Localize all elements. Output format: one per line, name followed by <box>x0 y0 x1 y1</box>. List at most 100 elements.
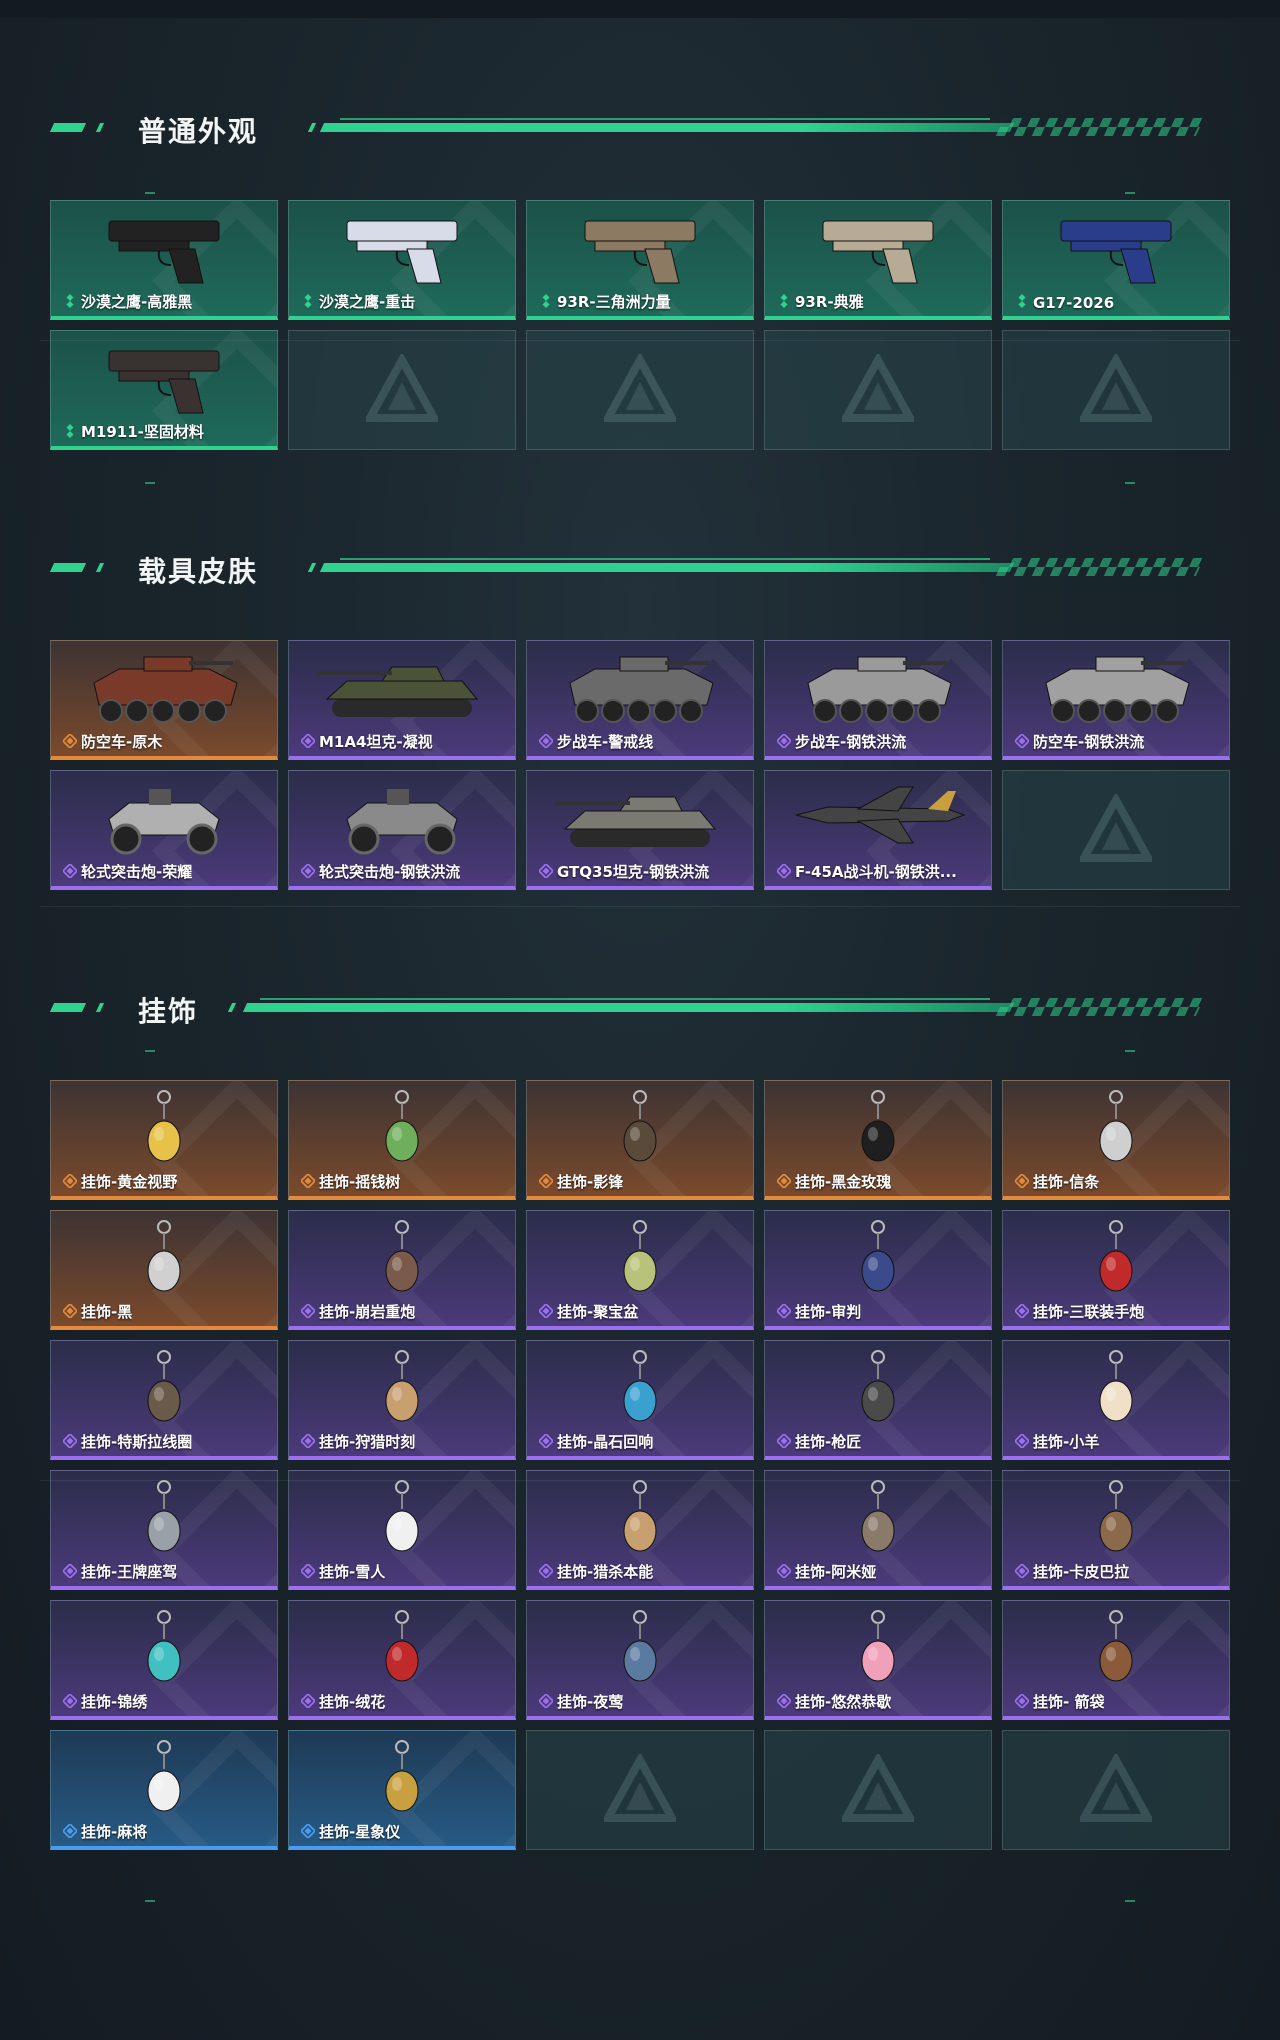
charm-card[interactable]: 挂饰-雪人 <box>288 1470 516 1590</box>
header-accent-mark <box>95 123 105 132</box>
charm-card[interactable]: 挂饰-王牌座驾 <box>50 1470 278 1590</box>
charm-card[interactable]: 挂饰-信条 <box>1002 1080 1230 1200</box>
item-label: 挂饰-阿米娅 <box>795 1563 877 1581</box>
rarity-orange-icon <box>777 1174 791 1188</box>
charm-card[interactable]: 挂饰-黑金玫瑰 <box>764 1080 992 1200</box>
vehicle-skin-card[interactable]: 轮式突击炮-钢铁洪流 <box>288 770 516 890</box>
weapon-skin-card[interactable]: M1911-坚固材料 <box>50 330 278 450</box>
placeholder-logo-icon <box>604 354 676 422</box>
vehicle-skin-card[interactable]: 防空车-钢铁洪流 <box>1002 640 1230 760</box>
item-label: 挂饰-影锋 <box>557 1173 624 1191</box>
weapon-skin-card[interactable]: 沙漠之鹰-高雅黑 <box>50 200 278 320</box>
placeholder-logo-icon <box>1080 1754 1152 1822</box>
empty-slot <box>1002 770 1230 890</box>
background-tick <box>145 482 155 484</box>
item-label: 挂饰-卡皮巴拉 <box>1033 1563 1130 1581</box>
vehicle-skin-card[interactable]: F-45A战斗机-钢铁洪... <box>764 770 992 890</box>
charm-card[interactable]: 挂饰-卡皮巴拉 <box>1002 1470 1230 1590</box>
weapon-skin-card[interactable]: 93R-典雅 <box>764 200 992 320</box>
section-header-charms: 挂饰 <box>0 978 1280 1038</box>
item-label: 挂饰-三联装手炮 <box>1033 1303 1145 1321</box>
background-tick <box>145 1900 155 1902</box>
background-line <box>40 1480 1240 1481</box>
charm-card[interactable]: 挂饰-影锋 <box>526 1080 754 1200</box>
charm-card[interactable]: 挂饰-崩岩重炮 <box>288 1210 516 1330</box>
charm-card[interactable]: 挂饰-小羊 <box>1002 1340 1230 1460</box>
rarity-purple-icon <box>777 1304 791 1318</box>
apc-image <box>555 649 725 736</box>
charm-card[interactable]: 挂饰-晶石回响 <box>526 1340 754 1460</box>
charm-image <box>610 1349 670 1438</box>
background-tick <box>1125 1050 1135 1052</box>
vehicle-skin-card[interactable]: 步战车-警戒线 <box>526 640 754 760</box>
header-checker-pattern <box>995 118 1205 136</box>
charm-card[interactable]: 挂饰-黄金视野 <box>50 1080 278 1200</box>
background-tick <box>1125 482 1135 484</box>
item-label: 挂饰-雪人 <box>319 1563 386 1581</box>
background-tick <box>145 192 155 194</box>
vehicle-skin-card[interactable]: 轮式突击炮-荣耀 <box>50 770 278 890</box>
weapon-skin-card[interactable]: 沙漠之鹰-重击 <box>288 200 516 320</box>
charm-card[interactable]: 挂饰-特斯拉线圈 <box>50 1340 278 1460</box>
jet-image <box>788 779 968 854</box>
header-accent-mark <box>49 123 87 132</box>
charm-card[interactable]: 挂饰-麻将 <box>50 1730 278 1850</box>
rarity-purple-icon <box>63 1434 77 1448</box>
charm-card[interactable]: 挂饰-夜莺 <box>526 1600 754 1720</box>
charm-card[interactable]: 挂饰-绒花 <box>288 1600 516 1720</box>
charm-card[interactable]: 挂饰-审判 <box>764 1210 992 1330</box>
charm-card[interactable]: 挂饰-狩猎时刻 <box>288 1340 516 1460</box>
apc-image <box>1031 649 1201 736</box>
section-header-vehicles: 载具皮肤 <box>0 538 1280 598</box>
header-thin-line <box>260 998 990 1000</box>
charm-card[interactable]: 挂饰- 箭袋 <box>1002 1600 1230 1720</box>
charm-image <box>848 1349 908 1438</box>
item-label: 挂饰-星象仪 <box>319 1823 401 1841</box>
section-title: 载具皮肤 <box>138 555 259 588</box>
charm-card[interactable]: 挂饰-悠然恭歇 <box>764 1600 992 1720</box>
item-label: 挂饰-麻将 <box>81 1823 148 1841</box>
vehicle-skin-card[interactable]: 步战车-钢铁洪流 <box>764 640 992 760</box>
vehicle-skin-card[interactable]: 防空车-原木 <box>50 640 278 760</box>
weapon-skin-card[interactable]: 93R-三角洲力量 <box>526 200 754 320</box>
charm-image <box>1086 1219 1146 1308</box>
empty-slot <box>764 330 992 450</box>
item-label: M1911-坚固材料 <box>81 423 204 441</box>
weapon-skin-card[interactable]: G17-2026 <box>1002 200 1230 320</box>
charm-card[interactable]: 挂饰-三联装手炮 <box>1002 1210 1230 1330</box>
vehicle-skin-card[interactable]: GTQ35坦克-钢铁洪流 <box>526 770 754 890</box>
rarity-purple-icon <box>539 1304 553 1318</box>
item-label: 防空车-钢铁洪流 <box>1033 733 1145 751</box>
charm-card[interactable]: 挂饰-枪匠 <box>764 1340 992 1460</box>
charm-card[interactable]: 挂饰-猎杀本能 <box>526 1470 754 1590</box>
charm-image <box>848 1089 908 1178</box>
item-label: 挂饰-晶石回响 <box>557 1433 654 1451</box>
item-label: 挂饰-黑 <box>81 1303 133 1321</box>
item-label: 挂饰-黄金视野 <box>81 1173 178 1191</box>
background-tick <box>1125 1900 1135 1902</box>
item-label: 沙漠之鹰-重击 <box>319 293 416 311</box>
charm-card[interactable]: 挂饰-阿米娅 <box>764 1470 992 1590</box>
item-label: 步战车-警戒线 <box>557 733 654 751</box>
charm-card[interactable]: 挂饰-锦绣 <box>50 1600 278 1720</box>
charm-card[interactable]: 挂饰-黑 <box>50 1210 278 1330</box>
rarity-orange-icon <box>63 1304 77 1318</box>
header-accent-mark <box>95 563 105 572</box>
section-header-skins: 普通外观 <box>0 98 1280 158</box>
pistol-image <box>99 339 229 422</box>
vehicle-skin-card[interactable]: M1A4坦克-凝视 <box>288 640 516 760</box>
buggy-image <box>332 779 472 866</box>
rarity-purple-icon <box>777 864 791 878</box>
charm-image <box>1086 1609 1146 1698</box>
charm-image <box>610 1219 670 1308</box>
empty-slot <box>526 330 754 450</box>
charm-card[interactable]: 挂饰-星象仪 <box>288 1730 516 1850</box>
charm-image <box>610 1479 670 1568</box>
rarity-orange-icon <box>63 1174 77 1188</box>
item-label: F-45A战斗机-钢铁洪... <box>795 863 957 881</box>
charm-image <box>1086 1349 1146 1438</box>
charm-card[interactable]: 挂饰-聚宝盆 <box>526 1210 754 1330</box>
charm-card[interactable]: 挂饰-摇钱树 <box>288 1080 516 1200</box>
item-label: 挂饰-崩岩重炮 <box>319 1303 416 1321</box>
charm-image <box>848 1219 908 1308</box>
